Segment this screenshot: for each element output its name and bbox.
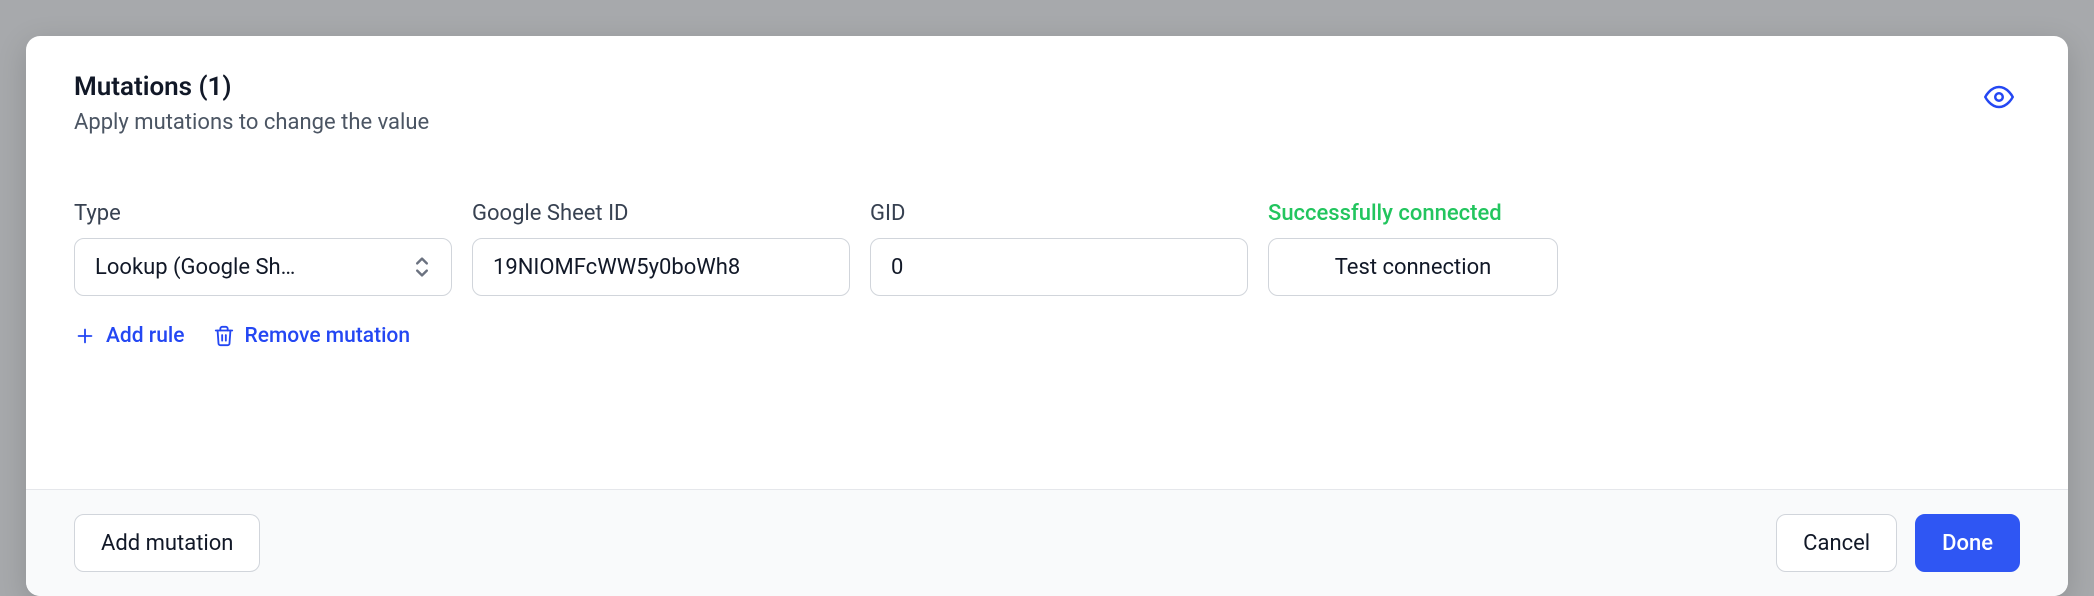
field-gid: GID bbox=[870, 201, 1248, 296]
sheet-id-label: Google Sheet ID bbox=[472, 201, 850, 226]
type-select-value: Lookup (Google Sh… bbox=[95, 255, 403, 280]
connection-status: Successfully connected bbox=[1268, 201, 1558, 226]
sheet-id-input[interactable] bbox=[472, 238, 850, 296]
field-type: Type Lookup (Google Sh… bbox=[74, 201, 452, 296]
test-connection-button[interactable]: Test connection bbox=[1268, 238, 1558, 296]
header-text: Mutations (1) Apply mutations to change … bbox=[74, 72, 429, 135]
type-label: Type bbox=[74, 201, 452, 226]
modal-footer: Add mutation Cancel Done bbox=[26, 489, 2068, 596]
add-mutation-button[interactable]: Add mutation bbox=[74, 514, 260, 572]
mutation-actions-row: Add rule Remove mutation bbox=[26, 320, 2068, 378]
field-test-connection: Successfully connected Test connection bbox=[1268, 201, 1558, 296]
gid-label: GID bbox=[870, 201, 1248, 226]
modal-title: Mutations (1) bbox=[74, 72, 429, 102]
remove-mutation-label: Remove mutation bbox=[245, 324, 411, 348]
trash-icon bbox=[213, 325, 235, 347]
type-select[interactable]: Lookup (Google Sh… bbox=[74, 238, 452, 296]
gid-input[interactable] bbox=[870, 238, 1248, 296]
modal-header: Mutations (1) Apply mutations to change … bbox=[26, 36, 2068, 145]
done-button[interactable]: Done bbox=[1915, 514, 2020, 572]
modal-subtitle: Apply mutations to change the value bbox=[74, 110, 429, 135]
remove-mutation-button[interactable]: Remove mutation bbox=[213, 324, 411, 348]
form-row: Type Lookup (Google Sh… Google Sheet ID … bbox=[26, 145, 2068, 320]
plus-icon bbox=[74, 325, 96, 347]
footer-right: Cancel Done bbox=[1776, 514, 2020, 572]
select-stepper-icon bbox=[413, 255, 431, 279]
mutations-modal: Mutations (1) Apply mutations to change … bbox=[26, 36, 2068, 596]
eye-icon bbox=[1984, 82, 2014, 112]
add-rule-label: Add rule bbox=[106, 324, 185, 348]
field-sheet-id: Google Sheet ID bbox=[472, 201, 850, 296]
add-rule-button[interactable]: Add rule bbox=[74, 324, 185, 348]
preview-toggle[interactable] bbox=[1984, 72, 2020, 118]
cancel-button[interactable]: Cancel bbox=[1776, 514, 1897, 572]
